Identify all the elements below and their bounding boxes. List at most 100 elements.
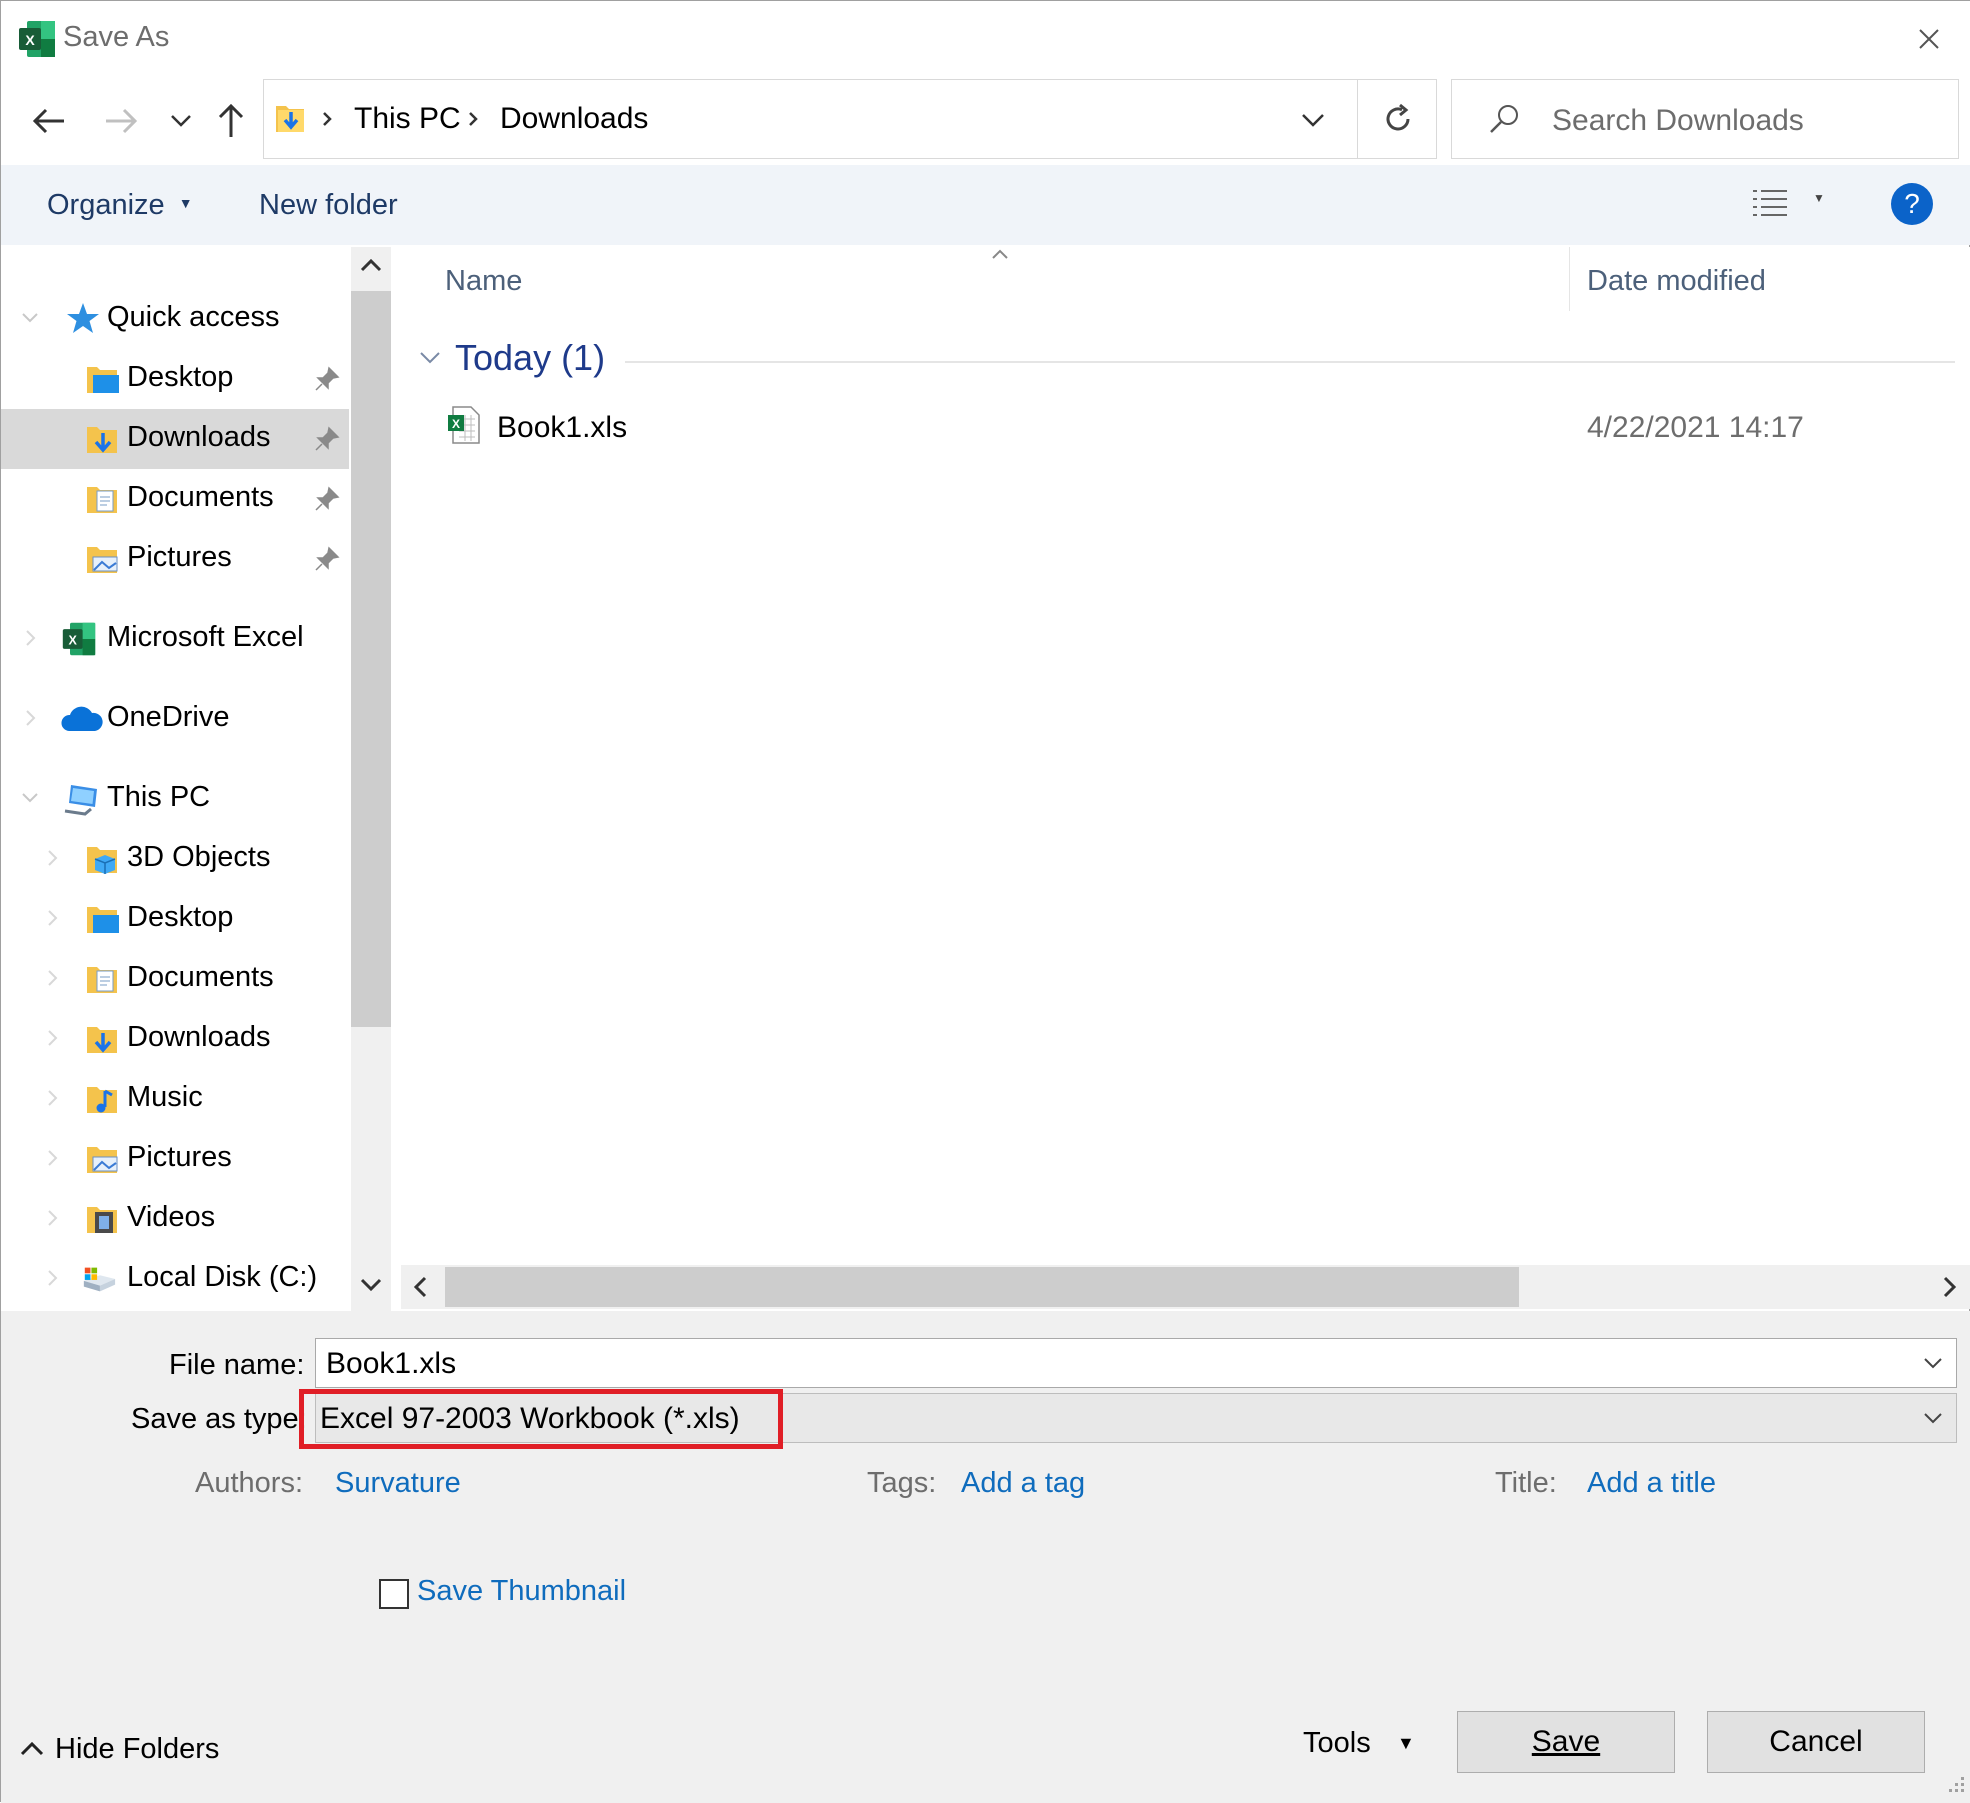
forward-button[interactable] xyxy=(97,97,145,145)
sidebar-item-label: Documents xyxy=(127,961,274,993)
column-header-name[interactable]: Name xyxy=(445,265,522,298)
authors-value[interactable]: Survature xyxy=(335,1467,461,1500)
up-button[interactable] xyxy=(207,97,255,145)
breadcrumb-downloads[interactable]: Downloads xyxy=(500,102,648,136)
horizontal-scrollbar-thumb[interactable] xyxy=(445,1267,1519,1307)
view-options-button[interactable]: ▼ xyxy=(1751,187,1827,223)
sidebar-item-pictures[interactable]: Pictures xyxy=(1,1129,349,1189)
sidebar-item-desktop[interactable]: Desktop xyxy=(1,889,349,949)
sidebar-item-videos[interactable]: Videos xyxy=(1,1189,349,1249)
downloads-folder-icon xyxy=(87,1027,117,1053)
sidebar-item-music[interactable]: Music xyxy=(1,1069,349,1129)
search-input[interactable]: Search Downloads xyxy=(1451,79,1959,159)
forward-arrow-icon xyxy=(106,108,138,134)
sidebar-item-label: Desktop xyxy=(127,901,234,933)
window-title: Save As xyxy=(63,21,170,53)
sidebar-item-microsoft-excel[interactable]: X Microsoft Excel xyxy=(1,609,349,669)
sidebar-item-3d-objects[interactable]: 3D Objects xyxy=(1,829,349,889)
save-thumbnail-checkbox[interactable] xyxy=(379,1579,409,1609)
up-arrow-icon xyxy=(218,103,244,137)
new-folder-button[interactable]: New folder xyxy=(259,189,398,222)
scroll-up-icon[interactable] xyxy=(357,253,385,277)
recent-locations-button[interactable] xyxy=(157,97,205,145)
chevron-up-icon xyxy=(20,1741,44,1756)
collapsed-chevron-icon[interactable] xyxy=(41,1267,63,1289)
collapsed-chevron-icon[interactable] xyxy=(41,907,63,929)
pin-icon[interactable] xyxy=(313,485,341,513)
pin-icon[interactable] xyxy=(313,545,341,573)
address-bar[interactable]: This PC Downloads xyxy=(263,79,1437,159)
file-name[interactable]: Book1.xls xyxy=(497,411,627,445)
collapsed-chevron-icon[interactable] xyxy=(41,1207,63,1229)
collapsed-chevron-icon[interactable] xyxy=(41,967,63,989)
collapsed-chevron-icon[interactable] xyxy=(41,1027,63,1049)
computer-icon xyxy=(64,785,97,816)
sort-ascending-icon xyxy=(992,249,1008,259)
save-as-dialog: X Save As This PC Downloads Search Downl… xyxy=(0,0,1970,1803)
title-bar: X Save As xyxy=(1,1,1970,79)
sidebar-item-onedrive[interactable]: OneDrive xyxy=(1,689,349,749)
cancel-button[interactable]: Cancel xyxy=(1707,1711,1925,1773)
pin-icon[interactable] xyxy=(313,365,341,393)
chevron-down-icon[interactable] xyxy=(1922,1410,1944,1426)
navigation-bar: This PC Downloads Search Downloads xyxy=(1,79,1970,165)
close-icon xyxy=(1919,29,1939,49)
resize-grip-icon[interactable] xyxy=(1941,1773,1967,1799)
collapsed-chevron-icon[interactable] xyxy=(41,847,63,869)
help-icon: ? xyxy=(1904,188,1920,219)
sidebar-item-label: Quick access xyxy=(107,301,280,333)
chevron-down-icon[interactable] xyxy=(1922,1355,1944,1371)
excel-file-icon: X xyxy=(448,406,480,444)
highlight-box xyxy=(299,1389,783,1449)
details-view-icon xyxy=(1753,190,1787,216)
svg-text:X: X xyxy=(452,417,460,431)
address-dropdown-icon[interactable] xyxy=(1300,112,1326,128)
close-button[interactable] xyxy=(1901,13,1957,65)
collapsed-chevron-icon[interactable] xyxy=(19,627,41,649)
help-button[interactable]: ? xyxy=(1891,183,1933,225)
refresh-button[interactable] xyxy=(1357,79,1437,159)
navigation-scrollbar-thumb[interactable] xyxy=(351,291,391,1027)
documents-folder-icon xyxy=(87,487,117,513)
sidebar-item-documents[interactable]: Documents xyxy=(1,949,349,1009)
sidebar-item-documents-pinned[interactable]: Documents xyxy=(1,469,349,529)
collapsed-chevron-icon[interactable] xyxy=(41,1087,63,1109)
tools-dropdown-icon: ▼ xyxy=(1397,1733,1415,1753)
sidebar-item-label: Music xyxy=(127,1081,203,1113)
group-collapse-icon[interactable] xyxy=(417,349,443,367)
sidebar-item-this-pc[interactable]: This PC xyxy=(1,769,349,829)
sidebar-item-local-disk[interactable]: Local Disk (C:) xyxy=(1,1249,349,1309)
scroll-left-icon[interactable] xyxy=(407,1273,435,1301)
tools-button[interactable]: Tools ▼ xyxy=(1301,1723,1431,1767)
expanded-chevron-icon[interactable] xyxy=(19,787,41,809)
sidebar-item-pictures-pinned[interactable]: Pictures xyxy=(1,529,349,589)
add-title-link[interactable]: Add a title xyxy=(1587,1467,1716,1500)
collapsed-chevron-icon[interactable] xyxy=(41,1147,63,1169)
sidebar-item-desktop-pinned[interactable]: Desktop xyxy=(1,349,349,409)
save-thumbnail-label[interactable]: Save Thumbnail xyxy=(417,1575,626,1608)
collapsed-chevron-icon[interactable] xyxy=(19,707,41,729)
add-tag-link[interactable]: Add a tag xyxy=(961,1467,1085,1500)
organize-button[interactable]: Organize ▼ xyxy=(47,189,193,222)
column-divider[interactable] xyxy=(1569,247,1570,311)
expanded-chevron-icon[interactable] xyxy=(19,307,41,329)
back-button[interactable] xyxy=(25,97,73,145)
hide-folders-label: Hide Folders xyxy=(55,1733,220,1765)
sidebar-item-label: Videos xyxy=(127,1201,216,1233)
sidebar-item-label: Local Disk (C:) xyxy=(127,1261,318,1293)
group-header-today[interactable]: Today (1) xyxy=(455,337,605,379)
sidebar-item-downloads-pinned[interactable]: Downloads xyxy=(1,409,349,469)
file-name-field[interactable]: Book1.xls xyxy=(315,1338,1957,1388)
pin-icon[interactable] xyxy=(313,425,341,453)
column-header-date-modified[interactable]: Date modified xyxy=(1587,265,1766,298)
search-icon xyxy=(1490,105,1518,133)
sidebar-item-downloads[interactable]: Downloads xyxy=(1,1009,349,1069)
downloads-folder-icon xyxy=(87,427,117,453)
hide-folders-button[interactable]: Hide Folders xyxy=(17,1733,227,1773)
sidebar-item-label: This PC xyxy=(107,781,211,813)
save-button[interactable]: Save xyxy=(1457,1711,1675,1773)
scroll-down-icon[interactable] xyxy=(357,1273,385,1297)
breadcrumb-this-pc[interactable]: This PC xyxy=(354,102,461,136)
scroll-right-icon[interactable] xyxy=(1935,1273,1963,1301)
sidebar-item-quick-access[interactable]: Quick access xyxy=(1,289,349,349)
